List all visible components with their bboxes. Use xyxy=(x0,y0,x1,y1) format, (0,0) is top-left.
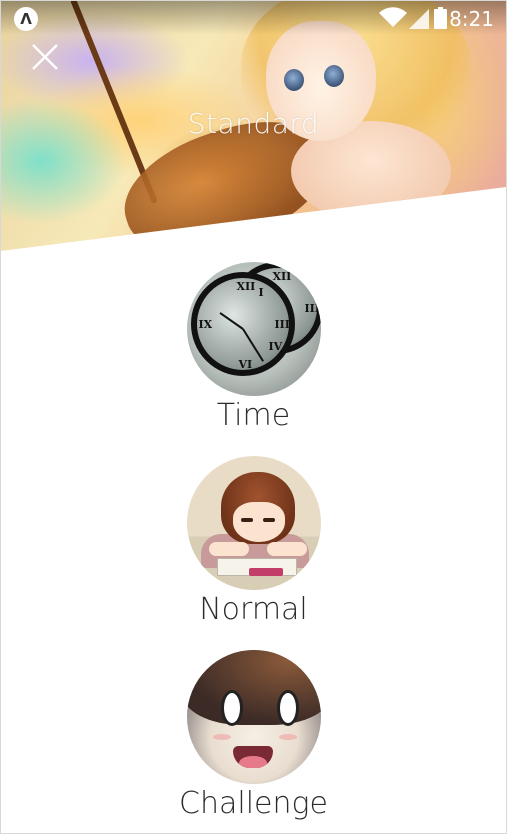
status-bar: Λ 8:21 xyxy=(1,1,506,35)
girl-eye-right xyxy=(262,518,275,522)
face-eye-right xyxy=(276,690,299,726)
mode-option-normal[interactable]: Normal xyxy=(1,456,506,628)
surprised-face-thumbnail-icon[interactable] xyxy=(186,650,321,784)
wifi-icon xyxy=(379,7,407,28)
battery-icon xyxy=(434,7,447,29)
mode-label-time[interactable]: Time xyxy=(1,398,506,434)
clock-minute-hand xyxy=(241,328,264,362)
mode-title: Standard xyxy=(187,107,320,140)
mode-option-time[interactable]: XII III VI XI XII III VI IX I IV Time xyxy=(1,262,506,434)
close-icon[interactable] xyxy=(29,41,61,73)
signal-icon xyxy=(409,9,429,29)
face-cheek-right xyxy=(278,734,297,740)
face-cheek-left xyxy=(212,734,231,740)
banner-eye-left xyxy=(284,69,304,91)
studying-girl-thumbnail-icon[interactable] xyxy=(186,456,321,590)
face-hair xyxy=(186,650,321,725)
banner-eye-right xyxy=(324,65,344,87)
mode-label-normal[interactable]: Normal xyxy=(1,592,506,628)
pencil-case xyxy=(248,568,283,576)
mode-option-challenge[interactable]: Challenge xyxy=(1,650,506,822)
app-notification-icon: Λ xyxy=(14,7,38,31)
clock-front: XII III VI IX I IV xyxy=(190,272,295,376)
clock-thumbnail-icon[interactable]: XII III VI XI XII III VI IX I IV xyxy=(186,262,321,396)
app-screen: Standard Λ 8:21 XII III VI XI XII xyxy=(0,0,507,834)
status-time: 8:21 xyxy=(449,7,494,31)
clock-hour-hand xyxy=(218,312,244,330)
face-eye-left xyxy=(220,690,243,726)
girl-eye-left xyxy=(240,518,253,522)
girl-arm-right xyxy=(266,542,307,556)
face-mouth xyxy=(232,746,273,768)
mode-label-challenge[interactable]: Challenge xyxy=(1,786,506,822)
girl-arm-left xyxy=(208,542,249,556)
girl-face xyxy=(232,502,285,542)
